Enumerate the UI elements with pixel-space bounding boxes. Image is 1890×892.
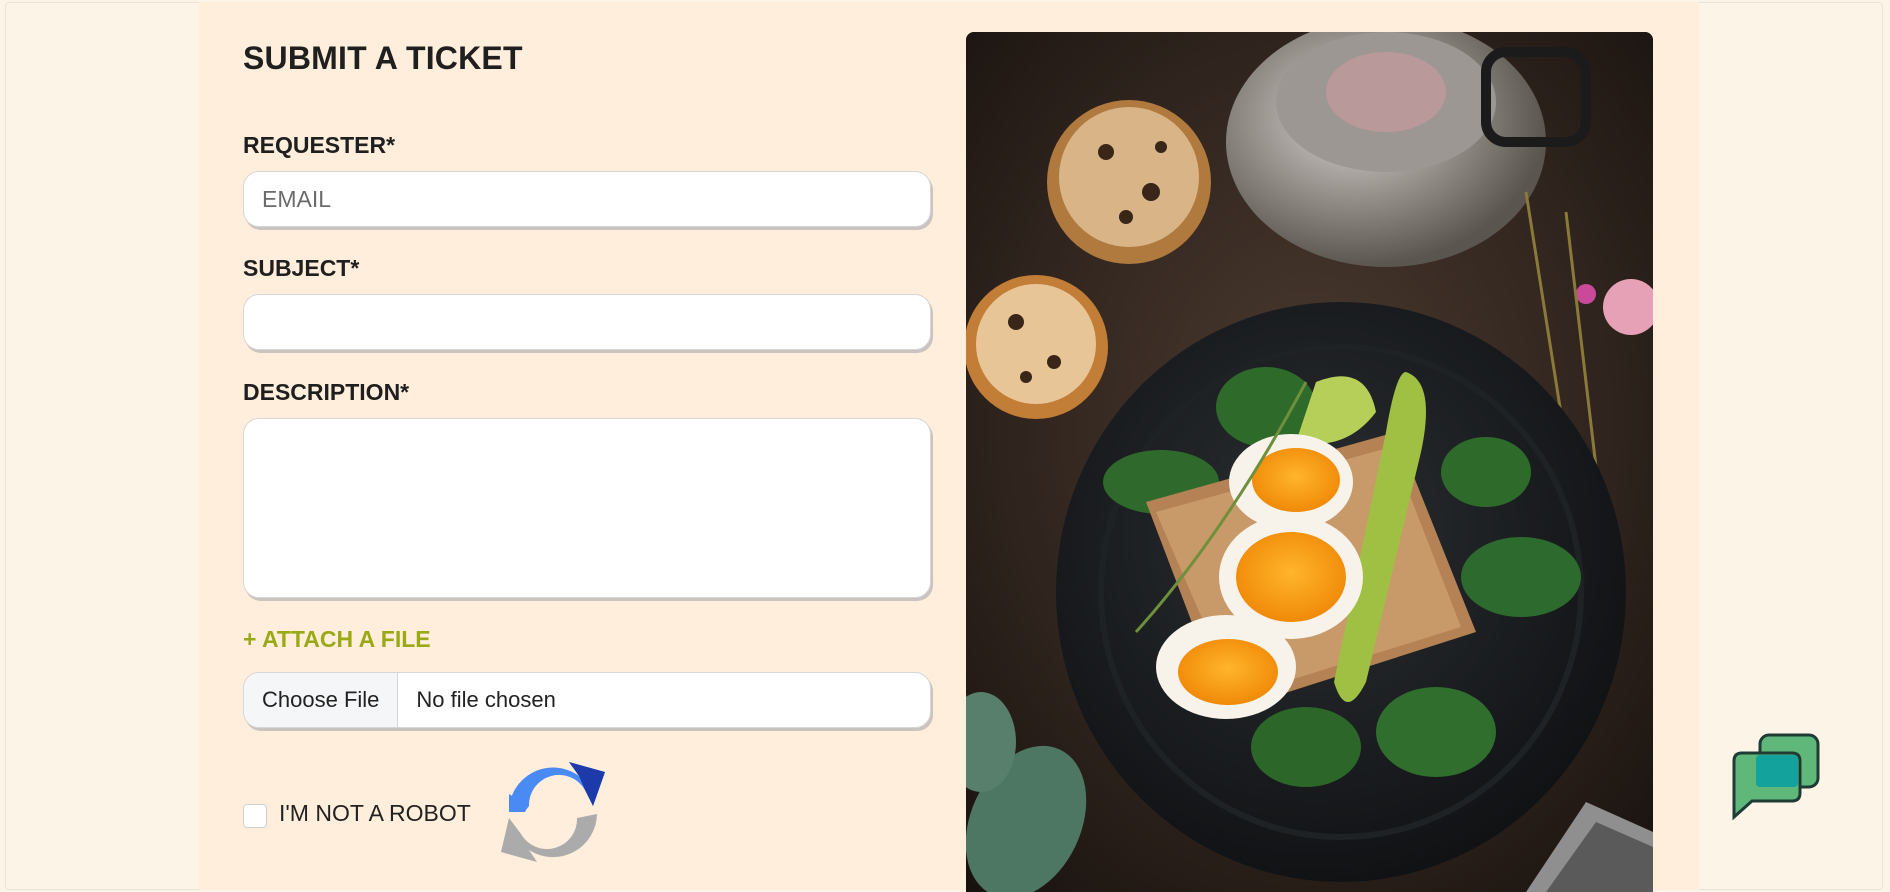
captcha-checkbox[interactable] xyxy=(243,804,267,828)
choose-file-button[interactable]: Choose File xyxy=(244,673,399,727)
file-input[interactable]: Choose File No file chosen xyxy=(243,672,931,728)
captcha-label: I'M NOT A ROBOT xyxy=(279,800,471,826)
chat-bubbles-icon[interactable] xyxy=(1730,733,1822,821)
requester-email-input[interactable] xyxy=(243,171,931,227)
description-label: DESCRIPTION* xyxy=(243,379,410,405)
recaptcha-logo-icon xyxy=(501,762,605,862)
captcha-widget: I'M NOT A ROBOT xyxy=(243,754,643,874)
description-textarea[interactable] xyxy=(243,418,931,598)
subject-input[interactable] xyxy=(243,294,931,350)
subject-label: SUBJECT* xyxy=(243,255,360,281)
main-content: SUBMIT A TICKET REQUESTER* SUBJECT* DESC… xyxy=(199,2,1699,892)
attach-file-link[interactable]: + ATTACH A FILE xyxy=(243,626,431,653)
file-status-text: No file chosen xyxy=(416,687,556,712)
requester-label: REQUESTER* xyxy=(243,132,396,158)
food-photo xyxy=(966,32,1653,892)
food-photo-illustration xyxy=(966,32,1653,892)
page-title: SUBMIT A TICKET xyxy=(243,40,523,76)
